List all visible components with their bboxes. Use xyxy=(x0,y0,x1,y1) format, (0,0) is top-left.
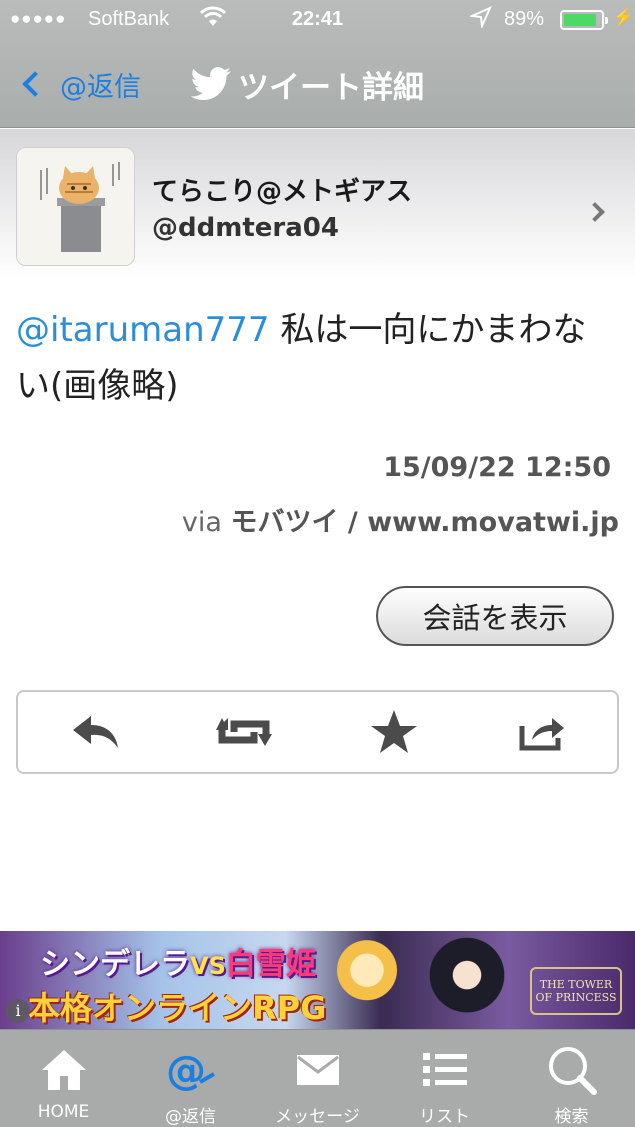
favorite-button[interactable] xyxy=(364,706,424,758)
tab-label: リスト xyxy=(419,1107,470,1127)
ad-headline-b: 白雪姫 xyxy=(225,947,316,982)
battery-percent: 89% xyxy=(504,8,545,30)
tab-search[interactable]: 検索 xyxy=(508,1030,635,1127)
retweet-icon xyxy=(216,718,272,746)
avatar[interactable] xyxy=(16,147,135,266)
user-display-name: てらこり@メトギアス xyxy=(152,177,413,207)
tab-messages[interactable]: メッセージ xyxy=(254,1030,381,1127)
tab-lists[interactable]: リスト xyxy=(381,1030,508,1127)
tab-label: 検索 xyxy=(554,1107,589,1127)
page-title: ツイート詳細 xyxy=(190,62,424,106)
cat-avatar-illustration xyxy=(17,148,134,265)
ad-character-cinderella xyxy=(322,931,412,1029)
retweet-button[interactable] xyxy=(214,706,274,758)
battery-icon xyxy=(560,10,608,30)
ad-subheadline: 本格オンラインRPG xyxy=(28,989,327,1027)
ad-info-icon[interactable]: i xyxy=(6,999,30,1023)
list-icon xyxy=(381,1044,508,1096)
tab-home[interactable]: HOME xyxy=(0,1030,127,1127)
show-conversation-button[interactable]: 会話を表示 xyxy=(376,586,614,646)
profile-row[interactable]: てらこり@メトギアス @ddmtera04 xyxy=(0,129,635,279)
status-bar: ●●●●● SoftBank 22:41 89% ⚡ xyxy=(0,0,635,40)
tweet-text: @itaruman777 私は一向にかまわない(画像略) xyxy=(16,302,616,414)
chevron-right-icon xyxy=(585,202,605,222)
ad-character-snow-white xyxy=(412,931,522,1029)
tweet-timestamp: 15/09/22 12:50 xyxy=(383,452,611,483)
share-button[interactable] xyxy=(512,706,572,758)
client-link[interactable]: モバツイ / www.movatwi.jp xyxy=(231,507,619,538)
tab-label: メッセージ xyxy=(275,1107,360,1127)
user-handle: @ddmtera04 xyxy=(152,213,339,243)
charging-bolt-icon: ⚡ xyxy=(612,7,635,27)
ad-headline-vs: VS xyxy=(190,952,226,980)
at-reply-icon: @ xyxy=(127,1044,254,1096)
svg-text:@: @ xyxy=(166,1048,206,1092)
twitter-bird-icon xyxy=(190,67,231,100)
tab-label: @返信 xyxy=(165,1107,216,1127)
reply-button[interactable] xyxy=(66,706,126,758)
back-button[interactable]: @返信 xyxy=(16,62,141,106)
ad-banner[interactable]: シンデレラVS白雪姫 本格オンラインRPG THE TOWER OF PRINC… xyxy=(0,931,635,1029)
page-title-text: ツイート詳細 xyxy=(238,69,424,106)
favorite-star-icon xyxy=(371,710,417,753)
tab-bar: HOME @ @返信 メッセージ リスト 検索 xyxy=(0,1029,635,1127)
mention-link[interactable]: @itaruman777 xyxy=(16,310,270,350)
ad-headline: シンデレラVS白雪姫 xyxy=(40,939,316,983)
ad-headline-a: シンデレラ xyxy=(40,947,190,982)
home-icon xyxy=(0,1044,127,1096)
ad-game-logo: THE TOWER OF PRINCESS xyxy=(530,967,622,1015)
location-arrow-icon xyxy=(468,6,492,34)
tweet-action-bar xyxy=(16,690,619,774)
search-icon xyxy=(508,1044,635,1096)
top-bar: ●●●●● SoftBank 22:41 89% ⚡ @返信 ツイート詳細 xyxy=(0,0,635,128)
tweet-source: via モバツイ / www.movatwi.jp xyxy=(182,500,619,539)
via-prefix: via xyxy=(181,507,231,538)
chevron-left-icon xyxy=(22,71,48,97)
share-icon xyxy=(519,718,564,751)
tab-replies[interactable]: @ @返信 xyxy=(127,1030,254,1127)
tab-label: HOME xyxy=(37,1102,90,1122)
reply-icon xyxy=(73,716,118,748)
back-button-label: @返信 xyxy=(60,71,141,103)
envelope-icon xyxy=(254,1044,381,1096)
